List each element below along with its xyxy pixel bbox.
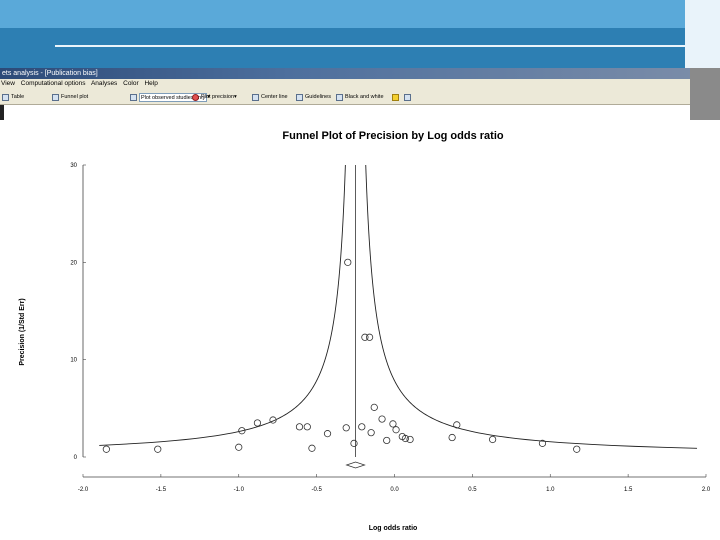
options-icon [404, 93, 411, 101]
study-point [342, 424, 350, 432]
options-button[interactable] [404, 92, 413, 102]
funnel-plot-label: Funnel plot [61, 94, 89, 100]
center-line-icon [252, 93, 259, 101]
study-point [406, 435, 414, 444]
y-tick-label: 0 [74, 455, 78, 461]
funnel-plot-icon [52, 93, 59, 101]
funnel-plot-chart: Funnel Plot of Precision by Log odds rat… [19, 130, 711, 532]
study-point [253, 419, 262, 427]
table-label: Table [11, 94, 25, 100]
x-tick-label: -2.0 [78, 487, 89, 493]
black-white-button[interactable]: Black and white [336, 92, 384, 102]
x-tick-label: -1.5 [156, 487, 167, 493]
plot-precision-dropdown[interactable]: Plot precision ▾ [192, 92, 237, 102]
funnel-left-curve [99, 164, 346, 446]
study-point [489, 435, 497, 444]
x-tick-label: 1.5 [624, 487, 633, 493]
study-point [367, 429, 375, 437]
x-tick-label: 0.5 [468, 487, 477, 493]
x-tick-label: -0.5 [311, 487, 322, 493]
plot-area: 0 10 20 30 -2.0 -1.5 -1.0 -0.5 0.0 0.5 1.0 1.5 2.0 [70, 163, 711, 493]
app-title-bar: ets analysis - [Publication bias] [0, 68, 720, 79]
table-button[interactable]: Table [2, 92, 24, 102]
guidelines-label: Guidelines [305, 94, 331, 100]
pointer-help-button[interactable] [392, 92, 401, 102]
funnel-right-curve [365, 164, 698, 449]
study-point [308, 444, 316, 452]
slide-header-top [0, 0, 720, 28]
app-screenshot-strip: ets analysis - [Publication bias] View C… [0, 68, 720, 120]
slide-header-rule [55, 45, 685, 47]
app-right-edge [690, 68, 720, 120]
study-point [323, 430, 332, 438]
black-white-label: Black and white [345, 94, 384, 100]
y-tick-label: 30 [70, 163, 77, 169]
x-tick-label: 2.0 [702, 487, 711, 493]
study-point [383, 436, 391, 445]
app-title: ets analysis - [Publication bias] [2, 70, 98, 77]
study-point [573, 445, 581, 453]
slide-header-corner [685, 0, 720, 68]
study-point [392, 426, 400, 434]
x-tick-label: 0.0 [390, 487, 399, 493]
menu-analyses[interactable]: Analyses [91, 80, 117, 87]
menu-color[interactable]: Color [123, 80, 139, 87]
app-toolbar: Table Funnel plot Plot observed studies … [0, 89, 720, 105]
black-white-icon [336, 93, 343, 101]
chart-title: Funnel Plot of Precision by Log odds rat… [282, 130, 504, 142]
x-axis-label: Log odds ratio [369, 525, 418, 532]
menu-view[interactable]: View [1, 80, 15, 87]
study-point [448, 433, 456, 442]
study-point [358, 423, 366, 431]
observed-studies-icon [130, 93, 137, 101]
study-point [365, 333, 374, 341]
app-content-area [0, 105, 720, 120]
table-icon [2, 93, 9, 101]
study-point [235, 443, 243, 451]
app-window-edge [0, 105, 4, 120]
chevron-down-icon: ▾ [234, 94, 237, 100]
study-point [453, 421, 461, 429]
guidelines-button[interactable]: Guidelines [296, 92, 331, 102]
study-point [154, 445, 162, 453]
y-tick-label: 20 [70, 260, 77, 266]
pointer-help-icon [392, 93, 399, 101]
study-point [102, 445, 110, 453]
x-tick-label: 1.0 [546, 487, 555, 493]
y-tick-label: 10 [70, 358, 77, 364]
x-tick-label: -1.0 [234, 487, 245, 493]
plot-precision-icon [192, 93, 199, 101]
slide-header-band [0, 0, 720, 68]
study-point [389, 420, 397, 428]
center-line-button[interactable]: Center line [252, 92, 288, 102]
app-menu-bar: View Computational options Analyses Colo… [0, 79, 720, 89]
plot-precision-label: Plot precision [201, 94, 235, 100]
funnel-plot-button[interactable]: Funnel plot [52, 92, 88, 102]
guidelines-icon [296, 93, 303, 101]
menu-computational-options[interactable]: Computational options [21, 80, 86, 87]
y-axis-label: Precision (1/Std Err) [19, 298, 26, 365]
study-point [378, 415, 386, 423]
study-point [370, 403, 378, 411]
center-line-label: Center line [261, 94, 288, 100]
menu-help[interactable]: Help [144, 80, 157, 87]
study-point [344, 258, 352, 266]
overall-effect-diamond [345, 461, 366, 469]
study-point [350, 439, 358, 447]
study-point [303, 423, 311, 431]
study-point [295, 423, 304, 431]
